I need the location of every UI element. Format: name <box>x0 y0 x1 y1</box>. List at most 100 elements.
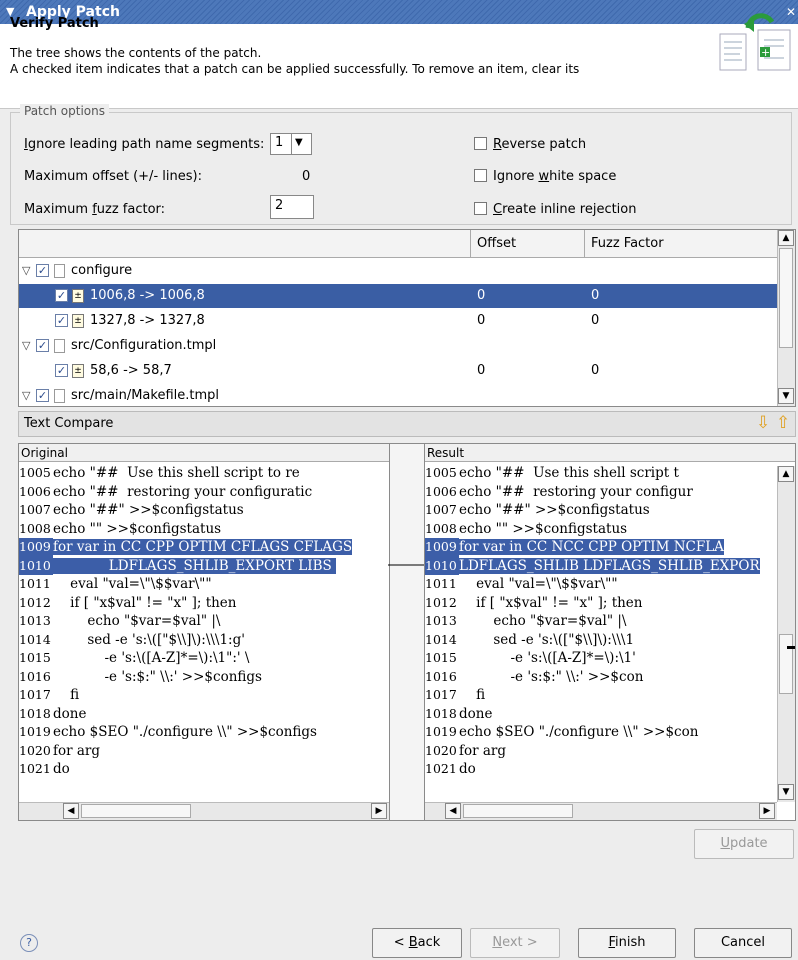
line-number: 1008 <box>425 520 457 536</box>
tree-row-hunk[interactable]: ✓ ± 58,6 -> 58,7 0 0 <box>19 359 779 383</box>
scroll-left-icon[interactable]: ◀ <box>63 803 79 819</box>
ignore-segments-label: Ignore leading path name segments: <box>24 137 265 152</box>
code-line: 1019 echo $SEO "./configure \\" >>$con <box>425 723 760 742</box>
diff-connector-area <box>390 443 424 821</box>
row-checkbox[interactable]: ✓ <box>55 289 68 302</box>
tree-vertical-scrollbar[interactable]: ▲ ▼ <box>777 230 795 406</box>
overview-ruler-mark <box>787 646 795 649</box>
file-icon <box>54 389 65 403</box>
patch-tree[interactable]: Offset Fuzz Factor ▽ ✓ configure ✓ ± 100… <box>18 229 796 407</box>
column-header-name[interactable] <box>19 230 471 258</box>
reverse-patch-option[interactable]: Reverse patch <box>474 137 586 152</box>
row-checkbox[interactable]: ✓ <box>36 339 49 352</box>
text-compare-bar <box>18 411 796 437</box>
original-header: Original <box>19 444 389 462</box>
line-number: 1017 <box>425 687 457 702</box>
update-button[interactable]: Update <box>694 829 794 859</box>
original-pane[interactable]: Original 1005 echo "## Use this shell scr… <box>18 443 390 821</box>
code-line: 1020 for arg <box>19 742 352 761</box>
line-number: 1016 <box>19 668 51 684</box>
result-horizontal-scrollbar[interactable]: ◀ ▶ <box>425 802 777 820</box>
line-number: 1011 <box>19 576 51 591</box>
line-text: do <box>459 761 476 777</box>
line-number: 1015 <box>19 650 51 665</box>
line-number: 1010 <box>19 556 53 575</box>
line-text: fi <box>459 687 486 703</box>
code-line: 1014 sed -e 's:\(["$\\]\):\\\1:g' <box>19 631 352 650</box>
line-text: echo "## Use this shell script to re <box>53 465 300 481</box>
tree-row-hunk[interactable]: ✓ ± 1327,8 -> 1327,8 0 0 <box>19 309 779 333</box>
scroll-thumb[interactable] <box>463 804 573 818</box>
result-header: Result <box>425 444 795 462</box>
apply-patch-wizard-icon: + <box>719 13 791 71</box>
help-icon[interactable]: ? <box>20 934 38 952</box>
previous-difference-icon[interactable]: ⇧ <box>776 413 790 433</box>
line-number: 1005 <box>19 465 51 480</box>
ignore-segments-combo[interactable]: 1 ▼ <box>270 133 312 155</box>
code-line: 1011 eval "val=\"\$$var\"" <box>425 575 760 594</box>
next-button[interactable]: Next > <box>470 928 560 958</box>
result-code[interactable]: 1005 echo "## Use this shell script t 1006… <box>425 464 760 779</box>
expand-toggle-icon[interactable]: ▽ <box>22 259 30 283</box>
scroll-thumb[interactable] <box>779 634 793 694</box>
scroll-right-icon[interactable]: ▶ <box>371 803 387 819</box>
description-line-1: The tree shows the contents of the patch… <box>10 46 262 60</box>
code-line: 1012 if [ "x$val" != "x" ]; then <box>425 594 760 613</box>
column-header-offset[interactable]: Offset <box>471 230 585 258</box>
line-number: 1018 <box>425 705 457 721</box>
code-line: 1015 -e 's:\([A-Z]*=\):\1' <box>425 649 760 668</box>
next-difference-icon[interactable]: ⇩ <box>756 413 770 433</box>
column-header-fuzz[interactable]: Fuzz Factor <box>585 230 779 258</box>
row-checkbox[interactable]: ✓ <box>36 264 49 277</box>
cancel-button[interactable]: Cancel <box>694 928 792 958</box>
expand-toggle-icon[interactable]: ▽ <box>22 334 30 358</box>
result-pane[interactable]: Result 1005 echo "## Use this shell scrip… <box>424 443 796 821</box>
code-line: 1018 done <box>19 705 352 724</box>
scroll-thumb[interactable] <box>81 804 191 818</box>
scroll-down-icon[interactable]: ▼ <box>778 388 794 404</box>
original-code[interactable]: 1005 echo "## Use this shell script to re… <box>19 464 353 779</box>
tree-row-configure[interactable]: ▽ ✓ configure <box>19 259 779 283</box>
line-number: 1005 <box>425 465 457 480</box>
row-checkbox[interactable]: ✓ <box>55 364 68 377</box>
scroll-down-icon[interactable]: ▼ <box>778 784 794 800</box>
code-line: 1005 echo "## Use this shell script to re <box>19 464 352 483</box>
finish-button[interactable]: Finish <box>578 928 676 958</box>
reverse-patch-checkbox[interactable] <box>474 137 487 150</box>
ignore-whitespace-option[interactable]: Ignore white space <box>474 169 616 184</box>
line-text: for var in CC NCC CPP OPTIM NCFLA <box>459 539 724 555</box>
inline-rejection-checkbox[interactable] <box>474 202 487 215</box>
result-vertical-scrollbar[interactable]: ▲ ▼ <box>777 466 795 802</box>
scroll-up-icon[interactable]: ▲ <box>778 466 794 482</box>
line-text: -e 's:$:" \\:' >>$con <box>459 668 644 685</box>
original-horizontal-scrollbar[interactable]: ◀ ▶ <box>19 802 389 820</box>
ignore-whitespace-checkbox[interactable] <box>474 169 487 182</box>
inline-rejection-option[interactable]: Create inline rejection <box>474 202 637 217</box>
fuzz-factor-input[interactable]: 2 <box>270 195 314 219</box>
row-checkbox[interactable]: ✓ <box>55 314 68 327</box>
scroll-thumb[interactable] <box>779 248 793 348</box>
code-line: 1013 echo "$var=$val" |\ <box>19 612 352 631</box>
expand-toggle-icon[interactable]: ▽ <box>22 384 30 406</box>
scroll-left-icon[interactable]: ◀ <box>445 803 461 819</box>
code-line: 1017 fi <box>19 686 352 705</box>
tree-row-configuration-tmpl[interactable]: ▽ ✓ src/Configuration.tmpl <box>19 334 779 358</box>
scroll-right-icon[interactable]: ▶ <box>759 803 775 819</box>
line-number: 1014 <box>19 631 51 647</box>
code-line: 1009 for var in CC CPP OPTIM CFLAGS CFLAG… <box>19 538 353 557</box>
line-text: echo "" >>$configstatus <box>53 520 222 537</box>
line-number: 1014 <box>425 631 457 647</box>
line-number: 1018 <box>19 705 51 721</box>
code-line: 1006 echo "## restoring your configuratic <box>19 483 352 502</box>
tree-item-label: 58,6 -> 58,7 <box>90 363 172 378</box>
line-number: 1021 <box>425 761 457 776</box>
patch-options-legend: Patch options <box>20 104 109 118</box>
tree-row-makefile-tmpl[interactable]: ▽ ✓ src/main/Makefile.tmpl <box>19 384 779 406</box>
scroll-up-icon[interactable]: ▲ <box>778 230 794 246</box>
row-checkbox[interactable]: ✓ <box>36 389 49 402</box>
line-text: echo $SEO "./configure \\" >>$con <box>459 724 699 740</box>
line-text: echo "" >>$configstatus <box>459 520 628 537</box>
tree-row-hunk-selected[interactable]: ✓ ± 1006,8 -> 1006,8 0 0 <box>19 284 779 308</box>
back-button[interactable]: < Back <box>372 928 462 958</box>
code-line: 1010 LDFLAGS_SHLIB LDFLAGS_SHLIB_EXPOR <box>425 556 760 575</box>
